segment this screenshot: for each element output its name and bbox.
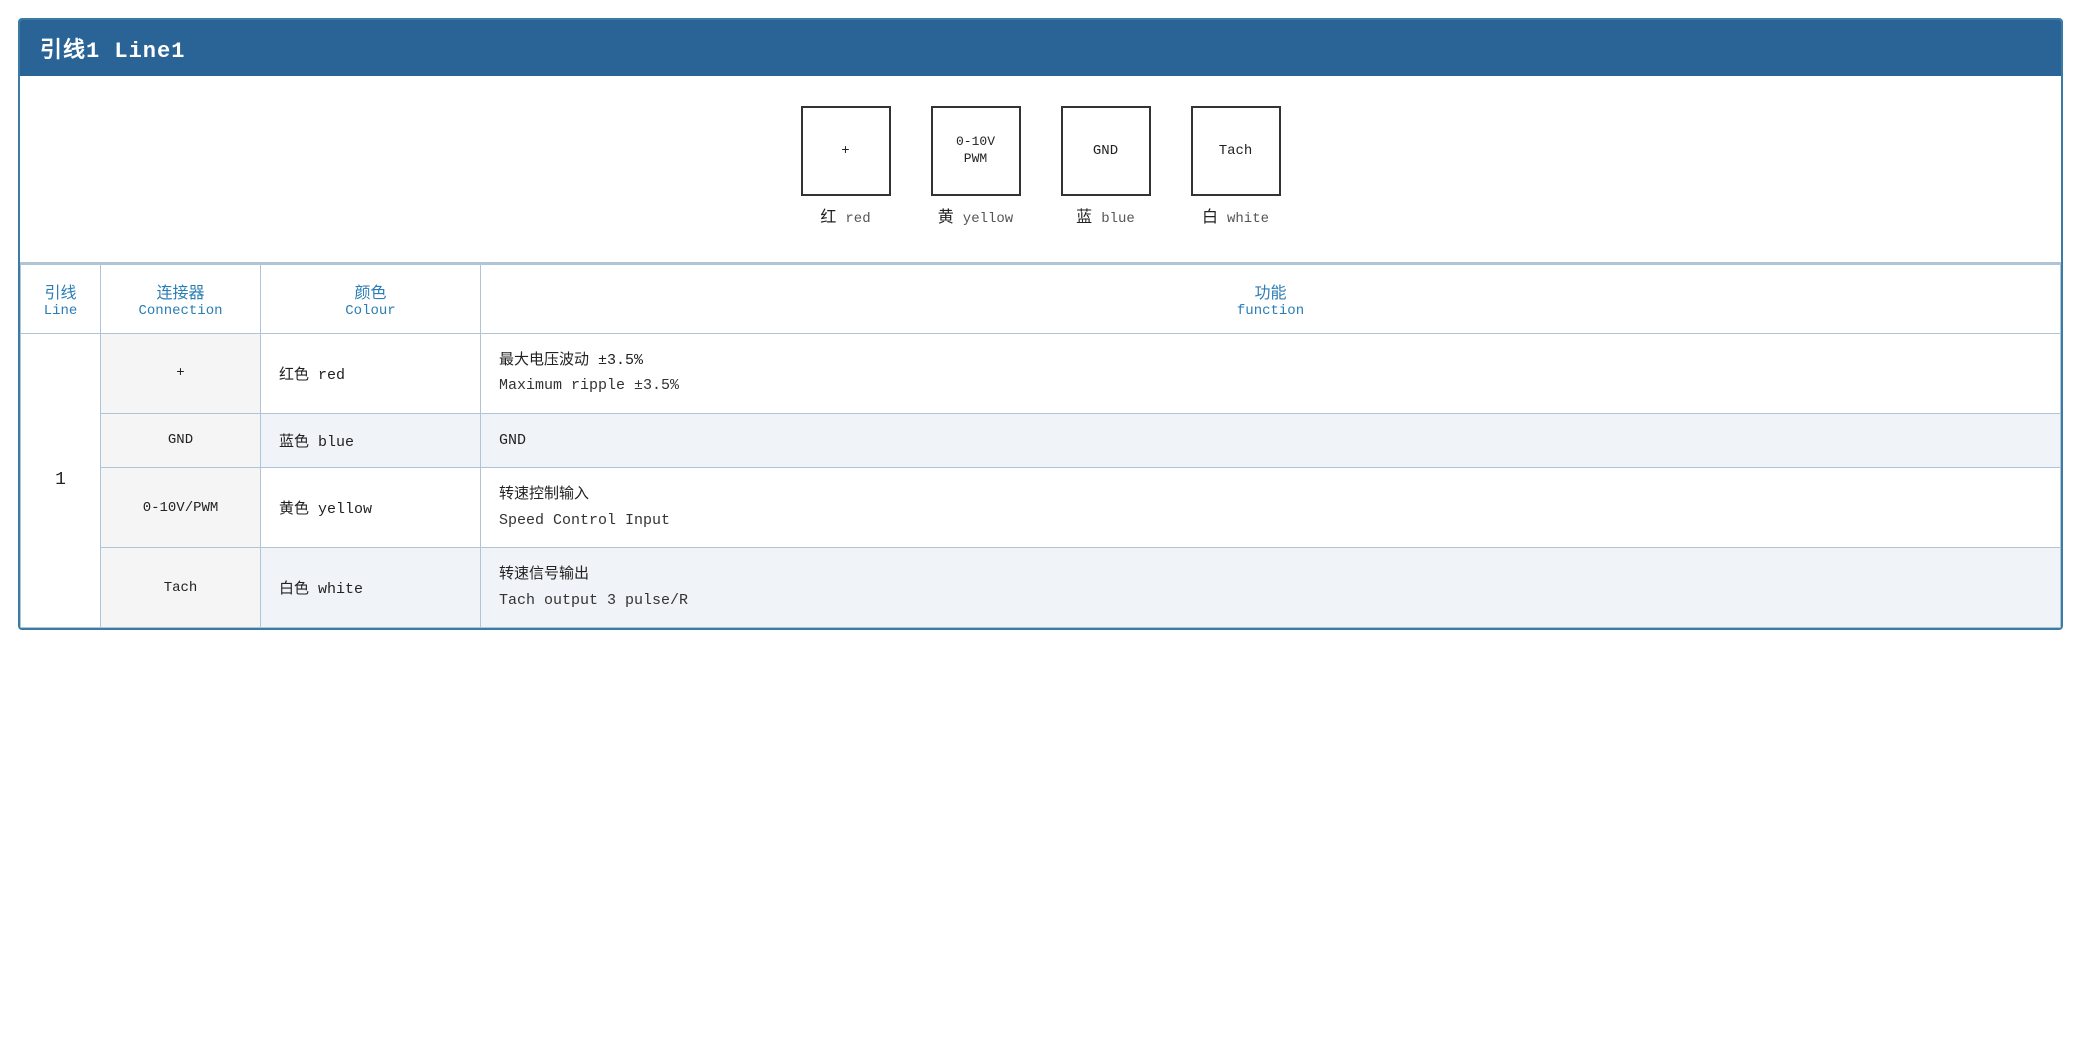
- connector-pwm-cn: 黄: [938, 209, 954, 227]
- conn-label-plus: +: [176, 365, 184, 381]
- func-en-row0: Maximum ripple ±3.5%: [499, 373, 2042, 399]
- func-cell-row2: 转速控制输入 Speed Control Input: [481, 468, 2061, 548]
- page-container: 引线1 Line1 + 红 red 0-10VPWM: [0, 0, 2081, 1050]
- connector-gnd-symbol: GND: [1093, 142, 1118, 160]
- conn-label-tach: Tach: [164, 580, 198, 596]
- func-cn-row0: 最大电压波动 ±3.5%: [499, 348, 2042, 374]
- col-header-line: 引线 Line: [21, 264, 101, 333]
- table-row: 0-10V/PWM 黄色 yellow 转速控制输入 Speed Control…: [21, 468, 2061, 548]
- color-cell-red: 红色 red: [261, 333, 481, 413]
- connector-gnd-cn: 蓝: [1076, 209, 1092, 227]
- line-number: 1: [55, 470, 66, 490]
- func-cell-row1: GND: [481, 413, 2061, 468]
- connector-tach-symbol: Tach: [1219, 142, 1253, 160]
- col-header-conn: 连接器 Connection: [101, 264, 261, 333]
- conn-cell-gnd: GND: [101, 413, 261, 468]
- connector-plus-box: +: [801, 106, 891, 196]
- connector-tach: Tach 白 white: [1191, 106, 1281, 232]
- color-label-red: 红色 red: [279, 367, 345, 384]
- connector-tach-cn: 白: [1202, 209, 1218, 227]
- func-en-row2: Speed Control Input: [499, 508, 2042, 534]
- color-cell-blue: 蓝色 blue: [261, 413, 481, 468]
- connector-plus-en: red: [845, 211, 870, 227]
- col-conn-cn: 连接器: [119, 279, 242, 303]
- color-cell-white: 白色 white: [261, 548, 481, 628]
- connector-plus: + 红 red: [801, 106, 891, 232]
- col-header-color: 颜色 Colour: [261, 264, 481, 333]
- col-func-cn: 功能: [499, 279, 2042, 303]
- func-cn-row1: GND: [499, 428, 2042, 454]
- conn-cell-pwm: 0-10V/PWM: [101, 468, 261, 548]
- connector-gnd-box: GND: [1061, 106, 1151, 196]
- conn-label-gnd: GND: [168, 432, 193, 448]
- col-color-en: Colour: [279, 303, 462, 319]
- connector-tach-en: white: [1227, 211, 1269, 227]
- main-card: 引线1 Line1 + 红 red 0-10VPWM: [18, 18, 2063, 630]
- connector-gnd: GND 蓝 blue: [1061, 106, 1151, 232]
- table-row: GND 蓝色 blue GND: [21, 413, 2061, 468]
- func-cell-row3: 转速信号输出 Tach output 3 pulse/R: [481, 548, 2061, 628]
- table-header-row: 引线 Line 连接器 Connection 颜色 Colour 功能 func…: [21, 264, 2061, 333]
- connector-tach-label: 白 white: [1202, 206, 1269, 232]
- color-label-blue: 蓝色 blue: [279, 434, 354, 451]
- table-row: Tach 白色 white 转速信号输出 Tach output 3 pulse…: [21, 548, 2061, 628]
- card-header: 引线1 Line1: [20, 20, 2061, 76]
- col-conn-en: Connection: [119, 303, 242, 319]
- func-en-row3: Tach output 3 pulse/R: [499, 588, 2042, 614]
- connector-gnd-label: 蓝 blue: [1076, 206, 1135, 232]
- func-cell-row0: 最大电压波动 ±3.5% Maximum ripple ±3.5%: [481, 333, 2061, 413]
- col-line-en: Line: [39, 303, 82, 319]
- connector-plus-symbol: +: [841, 142, 849, 160]
- color-label-yellow: 黄色 yellow: [279, 501, 372, 518]
- table-row: 1 + 红色 red 最大电压波动 ±3.5% Maximum ripple ±…: [21, 333, 2061, 413]
- connector-pwm-symbol: 0-10VPWM: [956, 134, 995, 168]
- diagram-row: + 红 red 0-10VPWM 黄 yellow: [20, 76, 2061, 264]
- line-number-cell: 1: [21, 333, 101, 628]
- conn-cell-plus: +: [101, 333, 261, 413]
- header-title: 引线1 Line1: [40, 39, 185, 64]
- color-cell-yellow: 黄色 yellow: [261, 468, 481, 548]
- connector-gnd-en: blue: [1101, 211, 1135, 227]
- conn-cell-tach: Tach: [101, 548, 261, 628]
- color-label-white: 白色 white: [279, 581, 363, 598]
- data-table: 引线 Line 连接器 Connection 颜色 Colour 功能 func…: [20, 264, 2061, 629]
- connector-tach-box: Tach: [1191, 106, 1281, 196]
- conn-label-pwm: 0-10V/PWM: [143, 500, 219, 516]
- col-header-func: 功能 function: [481, 264, 2061, 333]
- func-cn-row3: 转速信号输出: [499, 562, 2042, 588]
- col-line-cn: 引线: [39, 279, 82, 303]
- connector-pwm-en: yellow: [963, 211, 1013, 227]
- col-func-en: function: [499, 303, 2042, 319]
- connector-plus-label: 红 red: [820, 206, 870, 232]
- func-cn-row2: 转速控制输入: [499, 482, 2042, 508]
- connector-pwm-label: 黄 yellow: [938, 206, 1013, 232]
- connector-plus-cn: 红: [820, 209, 836, 227]
- col-color-cn: 颜色: [279, 279, 462, 303]
- connector-pwm: 0-10VPWM 黄 yellow: [931, 106, 1021, 232]
- connector-pwm-box: 0-10VPWM: [931, 106, 1021, 196]
